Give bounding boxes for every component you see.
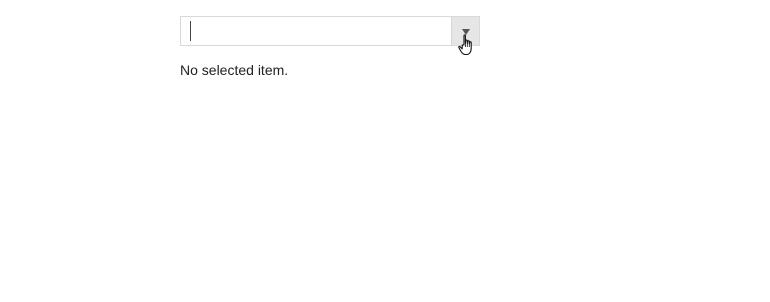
hand-pointer-cursor-icon <box>458 34 472 56</box>
combo-box[interactable] <box>180 16 480 46</box>
page: No selected item. <box>0 0 770 302</box>
text-caret <box>190 21 191 41</box>
combo-input[interactable] <box>181 17 451 45</box>
selection-status-text: No selected item. <box>180 62 289 78</box>
